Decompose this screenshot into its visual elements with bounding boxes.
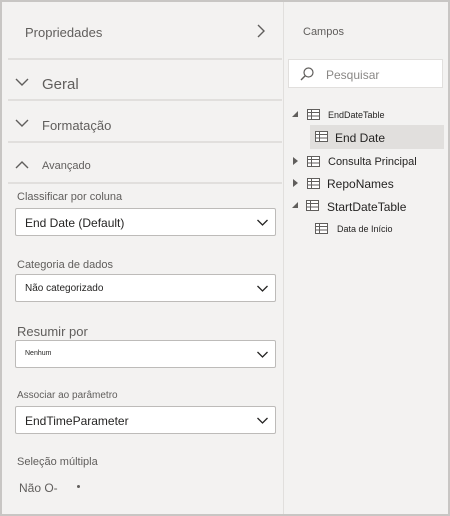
table-icon xyxy=(306,200,319,211)
collapsed-triangle-icon[interactable] xyxy=(291,179,299,187)
summarize-by-dropdown[interactable]: Nenhum xyxy=(15,340,276,368)
fields-pane: Campos Pesquisar EndDateTable End Date C… xyxy=(285,2,448,514)
table-label: EndDateTable xyxy=(328,110,385,120)
divider xyxy=(8,58,282,60)
search-box[interactable]: Pesquisar xyxy=(288,59,443,88)
fields-title: Campos xyxy=(303,26,344,38)
section-avancado[interactable]: Avançado xyxy=(2,153,284,183)
section-formatacao[interactable]: Formatação xyxy=(2,110,284,140)
chevron-down-icon xyxy=(257,285,268,292)
chevron-right-icon[interactable] xyxy=(254,22,268,40)
table-row-consulta-principal[interactable]: Consulta Principal xyxy=(285,151,448,173)
table-label: StartDateTable xyxy=(327,200,407,214)
field-row-end-date[interactable]: End Date xyxy=(285,126,448,148)
toggle-dot xyxy=(77,485,80,488)
summarize-by-value: Nenhum xyxy=(25,350,52,357)
divider xyxy=(8,99,282,101)
field-label: End Date xyxy=(335,131,386,145)
chevron-down-icon xyxy=(257,417,268,424)
table-row-startdatetable[interactable]: StartDateTable xyxy=(285,195,448,217)
data-category-dropdown[interactable]: Não categorizado xyxy=(15,274,276,302)
table-label: RepoNames xyxy=(327,177,394,191)
sort-by-dropdown[interactable]: End Date (Default) xyxy=(15,208,276,236)
data-category-value: Não categorizado xyxy=(25,283,104,294)
table-icon xyxy=(307,109,320,120)
divider xyxy=(8,141,282,143)
section-formatacao-label: Formatação xyxy=(42,118,112,133)
data-category-label: Categoria de dados xyxy=(17,259,114,271)
chevron-down-icon xyxy=(15,119,29,127)
properties-header[interactable]: Propriedades xyxy=(2,2,284,58)
bind-to-parameter-value: EndTimeParameter xyxy=(25,414,129,428)
table-icon xyxy=(307,178,320,189)
sort-by-value: End Date (Default) xyxy=(25,216,125,230)
multi-select-label: Seleção múltipla xyxy=(17,456,98,468)
section-geral-label: Geral xyxy=(42,76,79,93)
chevron-down-icon xyxy=(257,351,268,358)
table-icon xyxy=(315,223,328,234)
properties-pane: Propriedades Geral Formatação Avançado C… xyxy=(2,2,284,514)
bind-to-parameter-dropdown[interactable]: EndTimeParameter xyxy=(15,406,276,434)
sort-by-label: Classificar por coluna xyxy=(17,191,123,203)
expanded-triangle-icon[interactable] xyxy=(291,110,299,118)
divider xyxy=(8,182,282,184)
table-label: Consulta Principal xyxy=(328,156,417,168)
chevron-up-icon xyxy=(15,161,29,169)
properties-title: Propriedades xyxy=(25,25,103,40)
field-row-data-de-inicio[interactable]: Data de Início xyxy=(285,218,448,240)
summarize-by-label: Resumir por xyxy=(17,324,88,339)
table-icon xyxy=(315,131,328,142)
chevron-down-icon xyxy=(15,78,29,86)
table-row-enddatetable[interactable]: EndDateTable xyxy=(285,104,448,126)
section-geral[interactable]: Geral xyxy=(2,70,284,100)
multi-select-toggle[interactable]: Não O- xyxy=(19,481,58,495)
field-label: Data de Início xyxy=(337,224,393,234)
table-row-reponames[interactable]: RepoNames xyxy=(285,173,448,195)
expanded-triangle-icon[interactable] xyxy=(291,201,299,209)
bind-to-parameter-label: Associar ao parâmetro xyxy=(17,390,118,401)
search-input[interactable]: Pesquisar xyxy=(326,68,379,82)
chevron-down-icon xyxy=(257,219,268,226)
collapsed-triangle-icon[interactable] xyxy=(291,157,299,165)
section-avancado-label: Avançado xyxy=(42,160,91,172)
search-icon xyxy=(300,67,314,81)
table-icon xyxy=(307,156,320,167)
